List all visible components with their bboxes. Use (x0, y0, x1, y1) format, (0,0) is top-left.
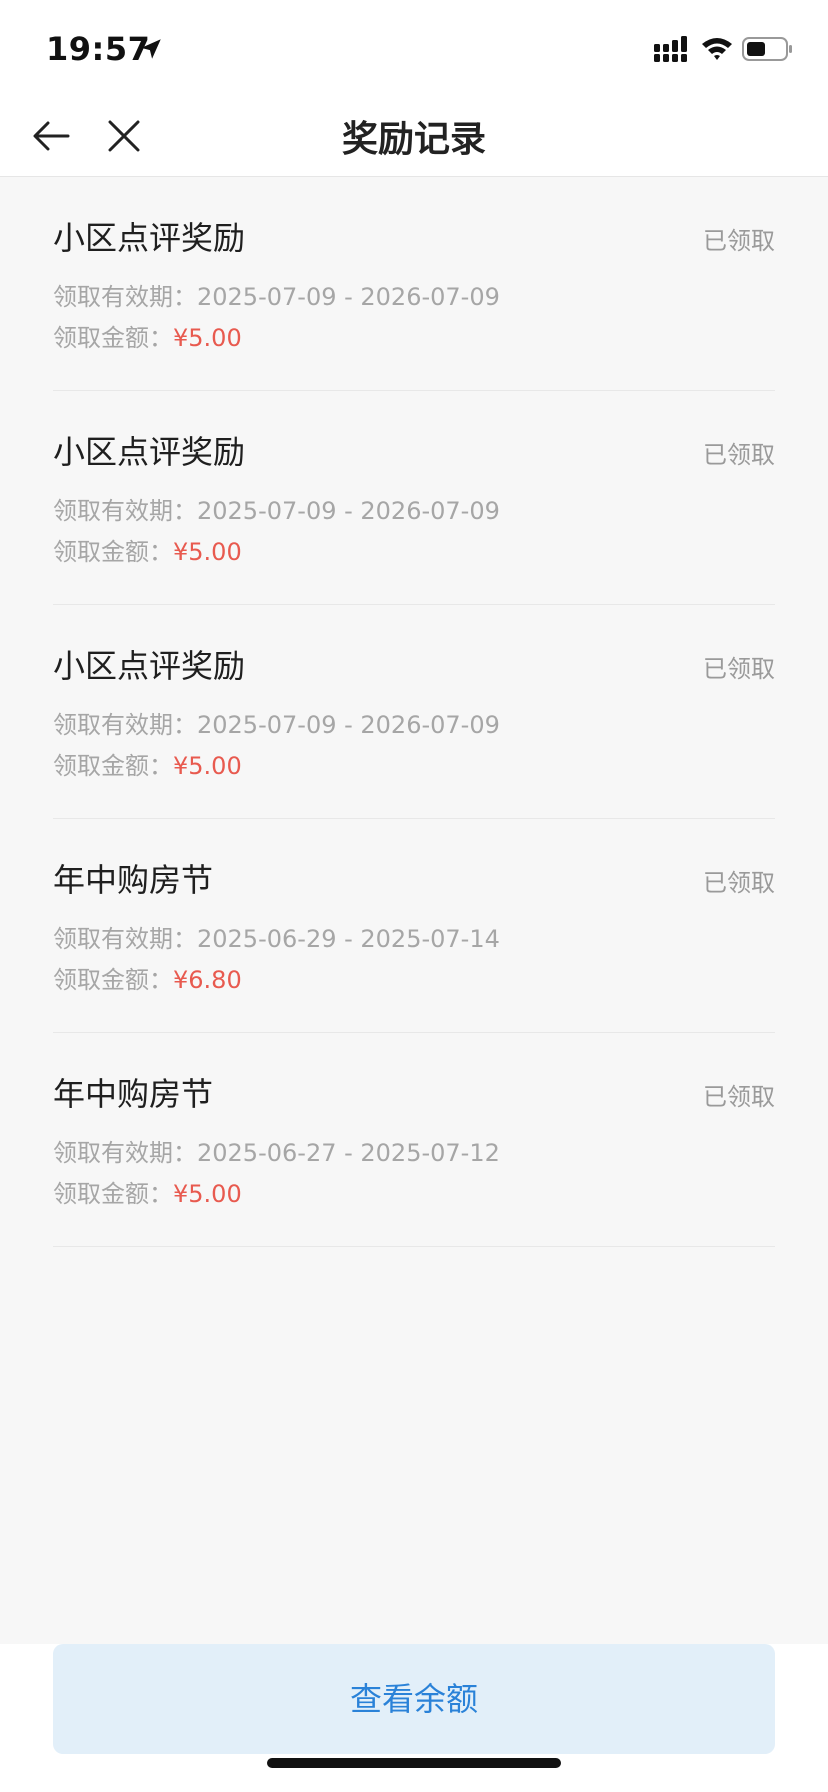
battery-icon (742, 37, 792, 61)
reward-amount: ¥5.00 (173, 752, 242, 780)
period-value: 2025-07-09 - 2026-07-09 (197, 711, 500, 739)
cellular-signal-icon (654, 36, 687, 62)
status-bar: 19:57 (0, 0, 828, 96)
reward-amount: ¥6.80 (173, 966, 242, 994)
reward-item[interactable]: 小区点评奖励 已领取 领取有效期：2025-07-09 - 2026-07-09… (53, 605, 775, 819)
reward-amount-row: 领取金额：¥5.00 (53, 1174, 242, 1209)
status-time: 19:57 (46, 30, 151, 68)
reward-item[interactable]: 小区点评奖励 已领取 领取有效期：2025-07-09 - 2026-07-09… (53, 177, 775, 391)
reward-item[interactable]: 年中购房节 已领取 领取有效期：2025-06-27 - 2025-07-12 … (53, 1033, 775, 1247)
period-label: 领取有效期： (53, 497, 197, 525)
reward-status: 已领取 (703, 227, 775, 255)
view-balance-button[interactable]: 查看余额 (53, 1644, 775, 1754)
reward-period: 领取有效期：2025-07-09 - 2026-07-09 (53, 277, 500, 312)
wifi-icon (702, 38, 732, 60)
reward-title: 小区点评奖励 (53, 219, 246, 257)
location-arrow-icon (141, 39, 161, 59)
period-value: 2025-07-09 - 2026-07-09 (197, 283, 500, 311)
reward-status: 已领取 (703, 441, 775, 469)
nav-bar: 奖励记录 (0, 96, 828, 177)
reward-amount-row: 领取金额：¥5.00 (53, 532, 242, 567)
amount-label: 领取金额： (53, 966, 173, 994)
reward-amount: ¥5.00 (173, 538, 242, 566)
reward-amount-row: 领取金额：¥5.00 (53, 746, 242, 781)
reward-title: 小区点评奖励 (53, 433, 246, 471)
amount-label: 领取金额： (53, 538, 173, 566)
period-label: 领取有效期： (53, 925, 197, 953)
period-value: 2025-06-29 - 2025-07-14 (197, 925, 500, 953)
page-title: 奖励记录 (341, 119, 486, 160)
reward-amount: ¥5.00 (173, 1180, 242, 1208)
home-indicator[interactable] (267, 1758, 561, 1768)
period-value: 2025-06-27 - 2025-07-12 (197, 1139, 500, 1167)
period-label: 领取有效期： (53, 1139, 197, 1167)
reward-amount-row: 领取金额：¥6.80 (53, 960, 242, 995)
reward-title: 年中购房节 (53, 861, 214, 899)
reward-amount-row: 领取金额：¥5.00 (53, 318, 242, 353)
reward-status: 已领取 (703, 1083, 775, 1111)
amount-label: 领取金额： (53, 1180, 173, 1208)
reward-amount: ¥5.00 (173, 324, 242, 352)
reward-period: 领取有效期：2025-07-09 - 2026-07-09 (53, 491, 500, 526)
period-value: 2025-07-09 - 2026-07-09 (197, 497, 500, 525)
reward-period: 领取有效期：2025-06-27 - 2025-07-12 (53, 1133, 500, 1168)
reward-item[interactable]: 年中购房节 已领取 领取有效期：2025-06-29 - 2025-07-14 … (53, 819, 775, 1033)
period-label: 领取有效期： (53, 283, 197, 311)
reward-title: 小区点评奖励 (53, 647, 246, 685)
reward-status: 已领取 (703, 655, 775, 683)
period-label: 领取有效期： (53, 711, 197, 739)
bottom-bar: 查看余额 (0, 1644, 828, 1792)
reward-period: 领取有效期：2025-06-29 - 2025-07-14 (53, 919, 500, 954)
reward-status: 已领取 (703, 869, 775, 897)
reward-period: 领取有效期：2025-07-09 - 2026-07-09 (53, 705, 500, 740)
reward-title: 年中购房节 (53, 1075, 214, 1113)
amount-label: 领取金额： (53, 752, 173, 780)
reward-item[interactable]: 小区点评奖励 已领取 领取有效期：2025-07-09 - 2026-07-09… (53, 391, 775, 605)
reward-list: 小区点评奖励 已领取 领取有效期：2025-07-09 - 2026-07-09… (0, 177, 828, 1247)
amount-label: 领取金额： (53, 324, 173, 352)
